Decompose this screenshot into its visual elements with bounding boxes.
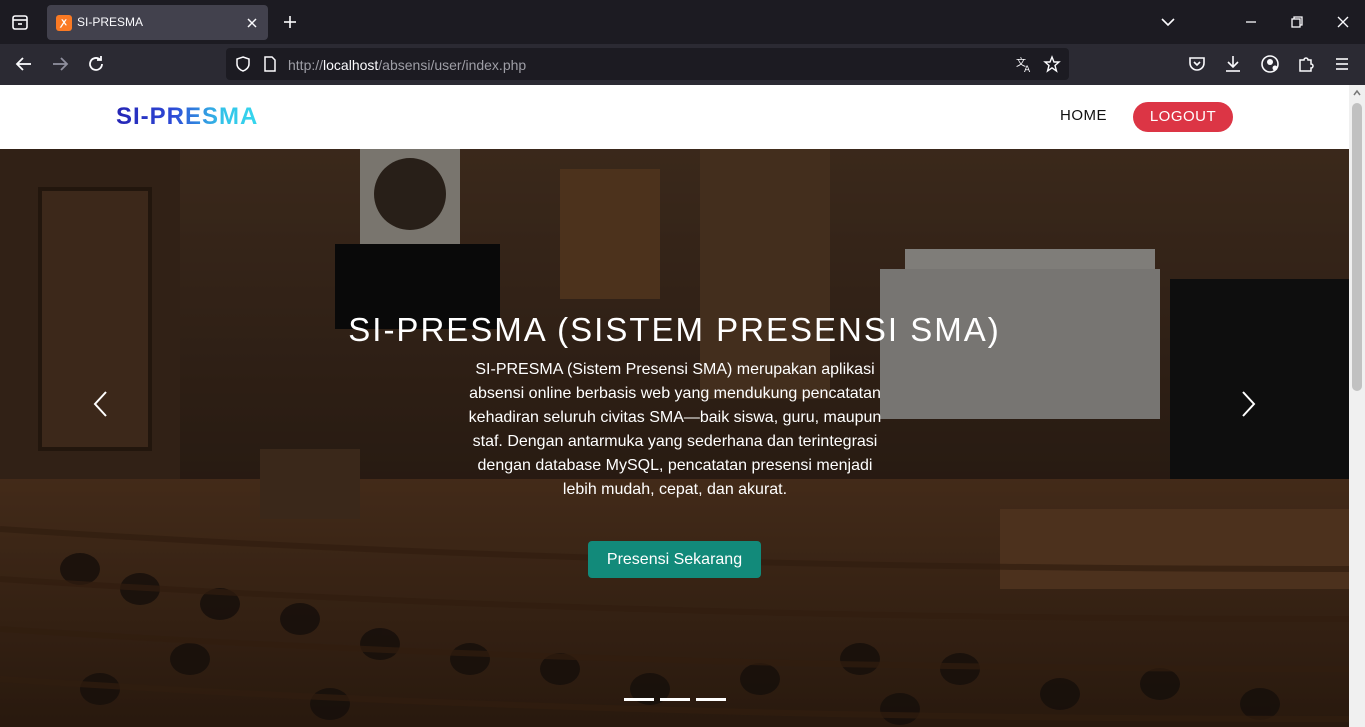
svg-text:A: A [1024,65,1031,73]
minimize-icon[interactable] [1241,12,1261,32]
scrollbar-thumb[interactable] [1352,103,1362,391]
close-tab-icon[interactable] [243,14,261,32]
pocket-icon[interactable] [1185,52,1209,76]
xampp-icon: ꭗ [56,15,72,31]
reload-icon[interactable] [84,52,108,76]
url-prefix: http:// [288,57,324,73]
hero-carousel: SI-PRESMA (SISTEM PRESENSI SMA) SI-PRESM… [0,149,1349,727]
address-bar[interactable]: http://localhost/absensi/user/index.php … [226,48,1069,80]
list-all-tabs-icon[interactable] [1158,12,1178,32]
tab-title: SI-PRESMA [77,15,144,29]
bookmark-star-icon[interactable] [1043,55,1061,73]
nav-home-link[interactable]: HOME [1060,107,1107,124]
logout-button[interactable]: LOGOUT [1133,102,1233,132]
page-icon[interactable] [262,55,278,73]
url-host: localhost [323,57,379,73]
translate-icon[interactable]: 文 A [1015,55,1033,73]
page-scrollbar[interactable] [1349,85,1365,727]
restore-icon[interactable] [1287,12,1307,32]
extensions-icon[interactable] [1294,52,1318,76]
tab-list-icon[interactable] [8,10,32,34]
url-text[interactable]: http://localhost/absensi/user/index.php [288,57,526,73]
site-brand[interactable]: SI-PRESMA [116,103,258,131]
hero-description: SI-PRESMA (Sistem Presensi SMA) merupaka… [468,361,882,498]
presensi-now-button[interactable]: Presensi Sekarang [588,541,761,578]
download-icon[interactable] [1221,52,1245,76]
back-icon[interactable] [12,52,36,76]
site-navbar: SI-PRESMA HOME LOGOUT [0,85,1349,149]
carousel-indicator-2[interactable] [660,698,690,701]
account-icon[interactable] [1258,52,1282,76]
browser-toolbar: http://localhost/absensi/user/index.php … [0,44,1365,85]
url-path: /absensi/user/index.php [378,57,527,73]
menu-icon[interactable] [1330,52,1354,76]
shield-icon[interactable] [234,55,252,73]
carousel-indicator-3[interactable] [696,698,726,701]
scroll-up-arrow-icon[interactable] [1352,88,1362,98]
hero-title: SI-PRESMA (SISTEM PRESENSI SMA) [348,311,1001,348]
carousel-prev-icon[interactable] [89,389,113,419]
browser-tab-strip: ꭗ SI-PRESMA [0,0,1365,44]
new-tab-icon[interactable] [280,12,300,32]
web-page: SI-PRESMA HOME LOGOUT SI-PRESMA (SISTEM … [0,85,1349,727]
browser-tab[interactable]: ꭗ SI-PRESMA [47,5,268,40]
carousel-next-icon[interactable] [1236,389,1260,419]
forward-icon[interactable] [48,52,72,76]
carousel-indicator-1[interactable] [624,698,654,701]
close-window-icon[interactable] [1333,12,1353,32]
